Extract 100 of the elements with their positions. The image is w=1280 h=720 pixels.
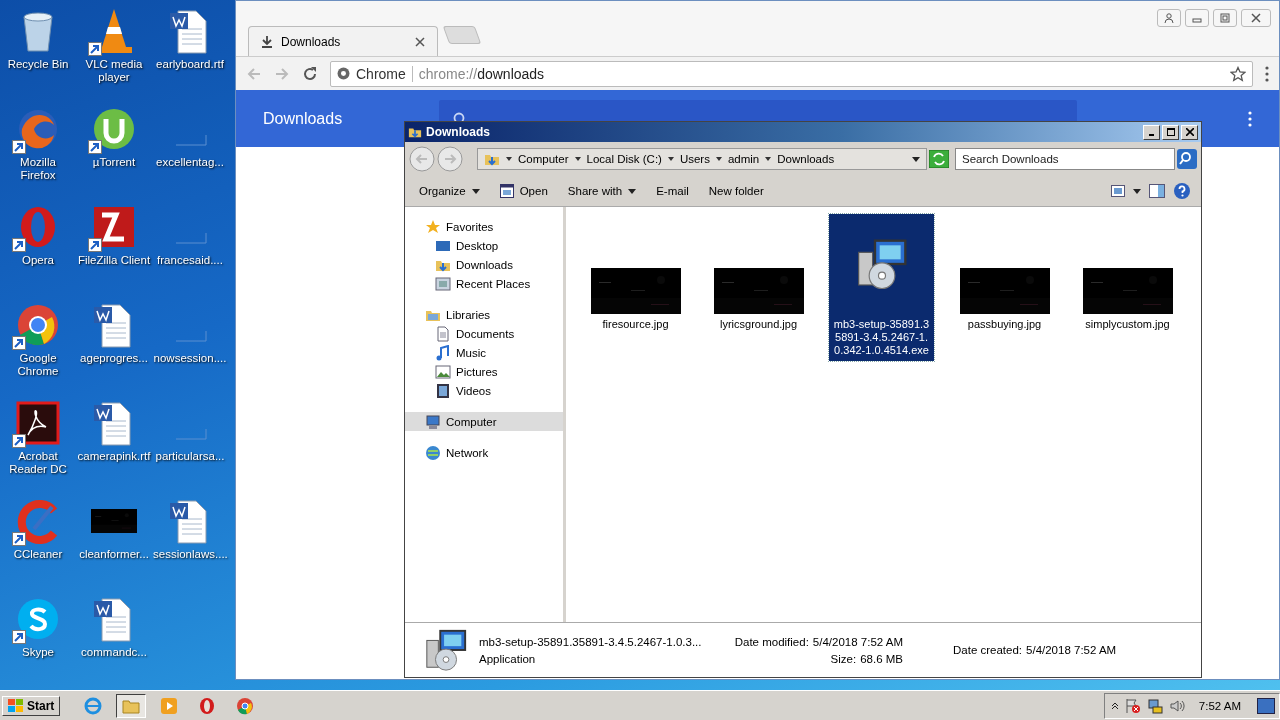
desktop-icon-label[interactable]: particularsa... [155, 450, 225, 463]
file-item[interactable]: mb3-setup-35891.35891-3.4.5.2467-1.0.342-1.0.4514.exe [829, 214, 934, 361]
star-icon [425, 218, 441, 235]
flag-icon[interactable] [1124, 697, 1141, 714]
taskbar-button[interactable] [116, 693, 147, 718]
menu-icon[interactable] [1248, 111, 1252, 127]
installer-icon [423, 627, 469, 673]
caret-icon [628, 188, 637, 194]
sidebar-item[interactable]: Videos [405, 381, 563, 400]
breadcrumb-item[interactable]: Users [679, 153, 710, 165]
maximize-icon [1166, 128, 1175, 136]
field-value: 5/4/2018 7:52 AM [812, 635, 903, 648]
sidebar-item[interactable]: Network [405, 443, 563, 462]
field-value: 5/4/2018 7:52 AM [1026, 644, 1117, 656]
desktop-icon-label[interactable]: Opera [22, 254, 54, 267]
desktop-icon-label[interactable]: commandc... [81, 646, 147, 659]
desktop-icon-label[interactable]: nowsession.... [153, 352, 227, 365]
desktop-icon-label[interactable]: Google Chrome [1, 352, 75, 378]
address-bar[interactable]: Chrome chrome://downloads [330, 60, 1253, 87]
chevron-icon [667, 156, 674, 162]
desktop-icon-label[interactable]: Mozilla Firefox [1, 156, 75, 182]
videos-icon [435, 382, 451, 399]
close-icon[interactable] [415, 36, 425, 47]
reload-icon[interactable] [302, 65, 318, 82]
field-value: 68.6 MB [860, 652, 903, 665]
chevron-icon [715, 156, 722, 162]
network-icon[interactable] [1146, 697, 1163, 714]
field-label: Date created: [953, 644, 1023, 656]
network-icon [425, 444, 441, 461]
computer-icon [425, 413, 441, 430]
breadcrumb-item[interactable]: Downloads [777, 153, 835, 165]
sidebar-item[interactable]: Libraries [405, 305, 563, 324]
desktop-icon-label[interactable]: excellentag... [156, 156, 224, 169]
menu-icon[interactable] [1265, 65, 1269, 82]
chevron-up-icon[interactable] [1110, 701, 1119, 710]
sidebar-item[interactable]: Documents [405, 324, 563, 343]
sidebar-item[interactable]: Favorites [405, 217, 563, 236]
refresh-icon[interactable] [929, 150, 949, 168]
sidebar-item[interactable]: Recent Places [405, 274, 563, 293]
file-item[interactable]: simplycustom.jpg [1075, 214, 1180, 335]
desktop-icon-label[interactable]: ageprogres... [80, 352, 148, 365]
desktop-icon-label[interactable]: camerapink.rtf [77, 450, 151, 463]
maximize-button[interactable] [1162, 124, 1179, 140]
address-bar[interactable]: Computer Local Disk (C:) Users admin Downloads [477, 148, 927, 170]
breadcrumb-item[interactable]: admin [727, 153, 760, 165]
close-button[interactable] [1241, 9, 1271, 27]
toolbar-button[interactable]: New folder [702, 182, 770, 200]
toolbar-button[interactable]: E-mail [650, 182, 695, 200]
desktop-icon-label[interactable]: Acrobat Reader DC [1, 450, 75, 476]
close-icon [1251, 13, 1261, 23]
start-button[interactable]: Start [2, 695, 61, 716]
breadcrumb-item[interactable]: Local Disk (C:) [586, 153, 662, 165]
show-desktop-button[interactable] [1257, 697, 1275, 714]
file-item[interactable]: passbuying.jpg [952, 214, 1057, 335]
field-label: Size: [830, 652, 857, 665]
pdf-app-icon[interactable] [14, 399, 62, 447]
field-label: Date modified: [734, 635, 809, 648]
desktop-icon-label[interactable]: francesaid.... [157, 254, 223, 267]
close-icon [1185, 128, 1194, 136]
chevron-icon [506, 156, 512, 162]
toolbar-button[interactable]: Organize [413, 182, 486, 200]
help-icon[interactable] [1173, 182, 1191, 200]
pictures-icon [435, 363, 451, 380]
desktop-icon-label[interactable]: FileZilla Client [77, 254, 151, 267]
toolbar-button[interactable]: Share with [561, 182, 643, 200]
caret-icon [912, 156, 920, 162]
download-icon [261, 35, 273, 48]
browser-tab[interactable]: Downloads [248, 26, 438, 56]
desktop-icon-label[interactable]: cleanformer... [79, 548, 149, 561]
file-item[interactable]: firesource.jpg [583, 214, 688, 335]
sidebar-item[interactable]: Pictures [405, 362, 563, 381]
toolbar-button[interactable]: Open [493, 181, 554, 201]
chevron-icon [574, 156, 581, 162]
desktop-icon-label[interactable]: Recycle Bin [7, 58, 69, 71]
file-item[interactable]: lyricsground.jpg [706, 214, 811, 335]
desktop-icon-label[interactable]: µTorrent [92, 156, 136, 169]
restore-icon [1220, 13, 1230, 23]
search-field[interactable]: Search Downloads [955, 148, 1175, 170]
sidebar-item[interactable]: Downloads [405, 255, 563, 274]
desktop-icon-label[interactable]: earlyboard.rtf [156, 58, 224, 71]
bookmark-star-icon[interactable] [1230, 65, 1246, 82]
breadcrumb-item[interactable]: Computer [518, 153, 569, 165]
person-icon [1164, 13, 1174, 23]
sidebar-item[interactable]: Desktop [405, 236, 563, 255]
browser-icon [236, 696, 255, 715]
speaker-icon[interactable] [1168, 697, 1185, 714]
desktop-icon-label[interactable]: VLC media player [77, 58, 151, 84]
view-icon[interactable] [1111, 185, 1125, 197]
open-icon [499, 184, 514, 198]
search-icon[interactable] [1177, 149, 1197, 169]
desktop-icon-label[interactable]: CCleaner [13, 548, 63, 561]
play-icon [160, 696, 179, 715]
page-title: Downloads [263, 109, 344, 128]
clock[interactable]: 7:52 AM [1198, 699, 1241, 712]
sidebar-item[interactable]: Music [405, 343, 563, 362]
desktop-icon-label[interactable]: Skype [22, 646, 54, 659]
profile-button[interactable] [1157, 9, 1181, 27]
preview-pane-icon[interactable] [1149, 184, 1165, 198]
sidebar-item[interactable]: Computer [405, 412, 563, 431]
desktop-icon-label[interactable]: sessionlaws.... [153, 548, 227, 561]
